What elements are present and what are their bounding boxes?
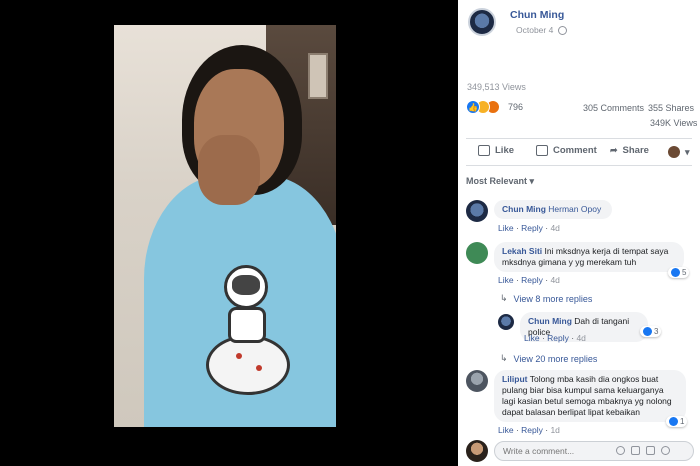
view-more-replies[interactable]: ↳ View 8 more replies: [500, 293, 592, 304]
comment-likes-count: 5: [682, 268, 687, 277]
commenter-avatar[interactable]: [466, 370, 488, 392]
post-date[interactable]: October 4: [516, 25, 553, 35]
comment-time[interactable]: 4d: [550, 223, 559, 233]
comment-filter-label: Most Relevant: [466, 176, 528, 186]
moon-spot: [256, 365, 262, 371]
like-reaction-icon[interactable]: 👍: [466, 100, 480, 114]
commenter-name[interactable]: Lekah Siti: [502, 246, 542, 256]
comment-bubble: Liliput Tolong mba kasih dia ongkos buat…: [494, 370, 686, 422]
post-header: Chun Ming October 4: [466, 6, 696, 38]
profile-selector[interactable]: ▾: [668, 146, 690, 158]
view-more-replies-label: View 8 more replies: [513, 293, 593, 304]
video-player[interactable]: [0, 0, 458, 466]
comment-actions: Like · Reply · 4d: [524, 333, 586, 343]
reactions-row: 👍 796 305 Comments 355 Shares: [466, 100, 696, 116]
like-icon: [671, 268, 680, 277]
profile-avatar: [668, 146, 680, 158]
view-count: 349,513 Views: [467, 82, 526, 92]
comment-likes-count: 3: [654, 327, 659, 336]
view-more-replies[interactable]: ↳ View 20 more replies: [500, 353, 597, 364]
share-label: Share: [622, 145, 649, 156]
comment-likes-count: 1: [680, 417, 685, 426]
reply-arrow-icon: ↳: [500, 293, 508, 303]
comment-reply-link[interactable]: Reply: [521, 223, 543, 233]
post-panel: Chun Ming October 4 349,513 Views 👍 796 …: [458, 0, 700, 466]
comment-likes-badge[interactable]: 3: [640, 326, 662, 337]
gif-icon[interactable]: [646, 446, 655, 455]
emoji-icon[interactable]: [616, 446, 625, 455]
commenter-name[interactable]: Chun Ming: [502, 204, 546, 214]
views-short: 349K Views: [650, 118, 698, 128]
like-button[interactable]: Like: [478, 145, 514, 156]
camera-icon[interactable]: [631, 446, 640, 455]
comment-likes-badge[interactable]: 5: [668, 267, 690, 278]
moon-spot: [236, 353, 242, 359]
shares-count[interactable]: 355 Shares: [648, 103, 694, 113]
comment-actions: Like · Reply · 4d: [498, 223, 560, 233]
comment-like-link[interactable]: Like: [524, 333, 540, 343]
comment-likes-badge[interactable]: 1: [666, 416, 688, 427]
astronaut-body: [228, 307, 266, 343]
chevron-down-icon: ▾: [685, 146, 690, 157]
person-hand: [198, 135, 260, 205]
moon-shape: [206, 335, 290, 395]
author-name[interactable]: Chun Ming: [510, 9, 564, 21]
shirt-astronaut-print: [206, 265, 290, 395]
like-icon: [643, 327, 652, 336]
comment-actions: Like · Reply · 4d: [498, 275, 560, 285]
comment-filter[interactable]: Most Relevant ▾: [466, 176, 534, 187]
commenter-avatar[interactable]: [466, 242, 488, 264]
action-bar: Like Comment ➦ Share ▾: [466, 138, 692, 166]
background-shelf: [308, 53, 328, 99]
commenter-name[interactable]: Chun Ming: [528, 316, 572, 326]
commenter-avatar[interactable]: [466, 200, 488, 222]
view-more-replies-label: View 20 more replies: [513, 353, 598, 364]
like-label: Like: [495, 145, 515, 156]
comment-reply-link[interactable]: Reply: [521, 425, 543, 435]
comment-text[interactable]: Herman Opoy: [548, 204, 601, 214]
commenter-name[interactable]: Liliput: [502, 374, 528, 384]
comment-bubble: Lekah Siti Ini mksdnya kerja di tempat s…: [494, 242, 684, 272]
comment-actions: Like · Reply · 1d: [498, 425, 560, 435]
video-frame[interactable]: [114, 25, 336, 427]
author-avatar[interactable]: [468, 8, 496, 36]
current-user-avatar[interactable]: [466, 440, 488, 462]
comment-bubble: Chun Ming Herman Opoy: [494, 200, 612, 219]
comment-reply-link[interactable]: Reply: [547, 333, 569, 343]
share-button[interactable]: ➦ Share: [610, 145, 649, 156]
comment-like-link[interactable]: Like: [498, 223, 514, 233]
comment-time[interactable]: 4d: [576, 333, 585, 343]
comments-count[interactable]: 305 Comments: [583, 103, 644, 113]
thumbs-up-icon: [478, 145, 490, 156]
reaction-count[interactable]: 796: [508, 102, 523, 112]
reply-arrow-icon: ↳: [500, 353, 508, 363]
comment-icon: [536, 145, 548, 156]
commenter-avatar[interactable]: [498, 314, 514, 330]
comment-reply-link[interactable]: Reply: [521, 275, 543, 285]
write-comment-row: [466, 440, 696, 462]
globe-icon: [558, 26, 567, 35]
comment-like-link[interactable]: Like: [498, 275, 514, 285]
like-icon: [669, 417, 678, 426]
comment-label: Comment: [553, 145, 597, 156]
comment-text: Tolong mba kasih dia ongkos buat pulang …: [502, 374, 672, 417]
comment-input-icons: [616, 446, 670, 455]
sticker-icon[interactable]: [661, 446, 670, 455]
comment-button[interactable]: Comment: [536, 145, 597, 156]
chevron-down-icon: ▾: [529, 176, 535, 186]
astronaut-visor: [232, 275, 260, 295]
comment-like-link[interactable]: Like: [498, 425, 514, 435]
comment-time[interactable]: 4d: [550, 275, 559, 285]
comment-time[interactable]: 1d: [550, 425, 559, 435]
share-icon: ➦: [610, 145, 618, 155]
